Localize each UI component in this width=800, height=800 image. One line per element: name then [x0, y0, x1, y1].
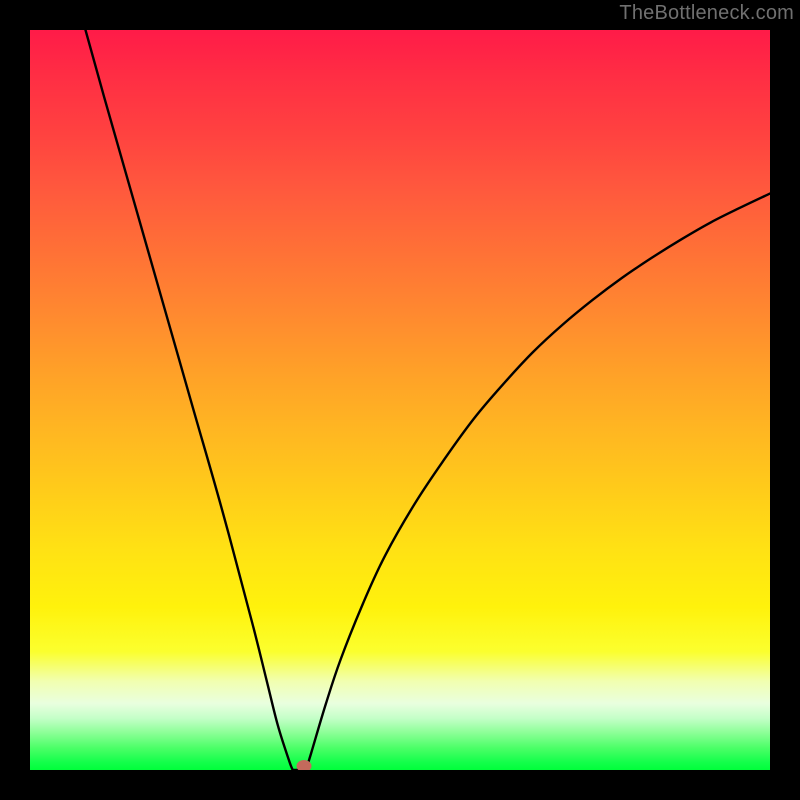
vertex-marker: [296, 760, 311, 770]
chart-frame: TheBottleneck.com: [0, 0, 800, 800]
plot-area: [30, 30, 770, 770]
watermark-text: TheBottleneck.com: [619, 2, 794, 25]
curve-svg: [30, 30, 770, 770]
bottleneck-curve: [86, 30, 771, 770]
